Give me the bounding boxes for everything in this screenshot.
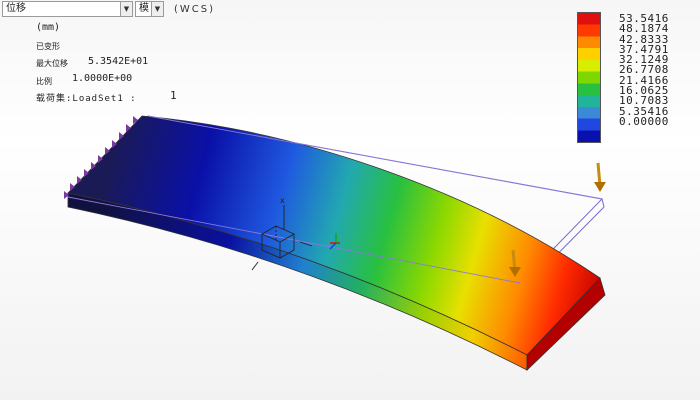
svg-text:x: x — [280, 196, 285, 205]
load-arrow-icon — [594, 162, 606, 192]
deformed-plate-top — [67, 115, 601, 356]
model-view[interactable]: x — [0, 0, 700, 400]
